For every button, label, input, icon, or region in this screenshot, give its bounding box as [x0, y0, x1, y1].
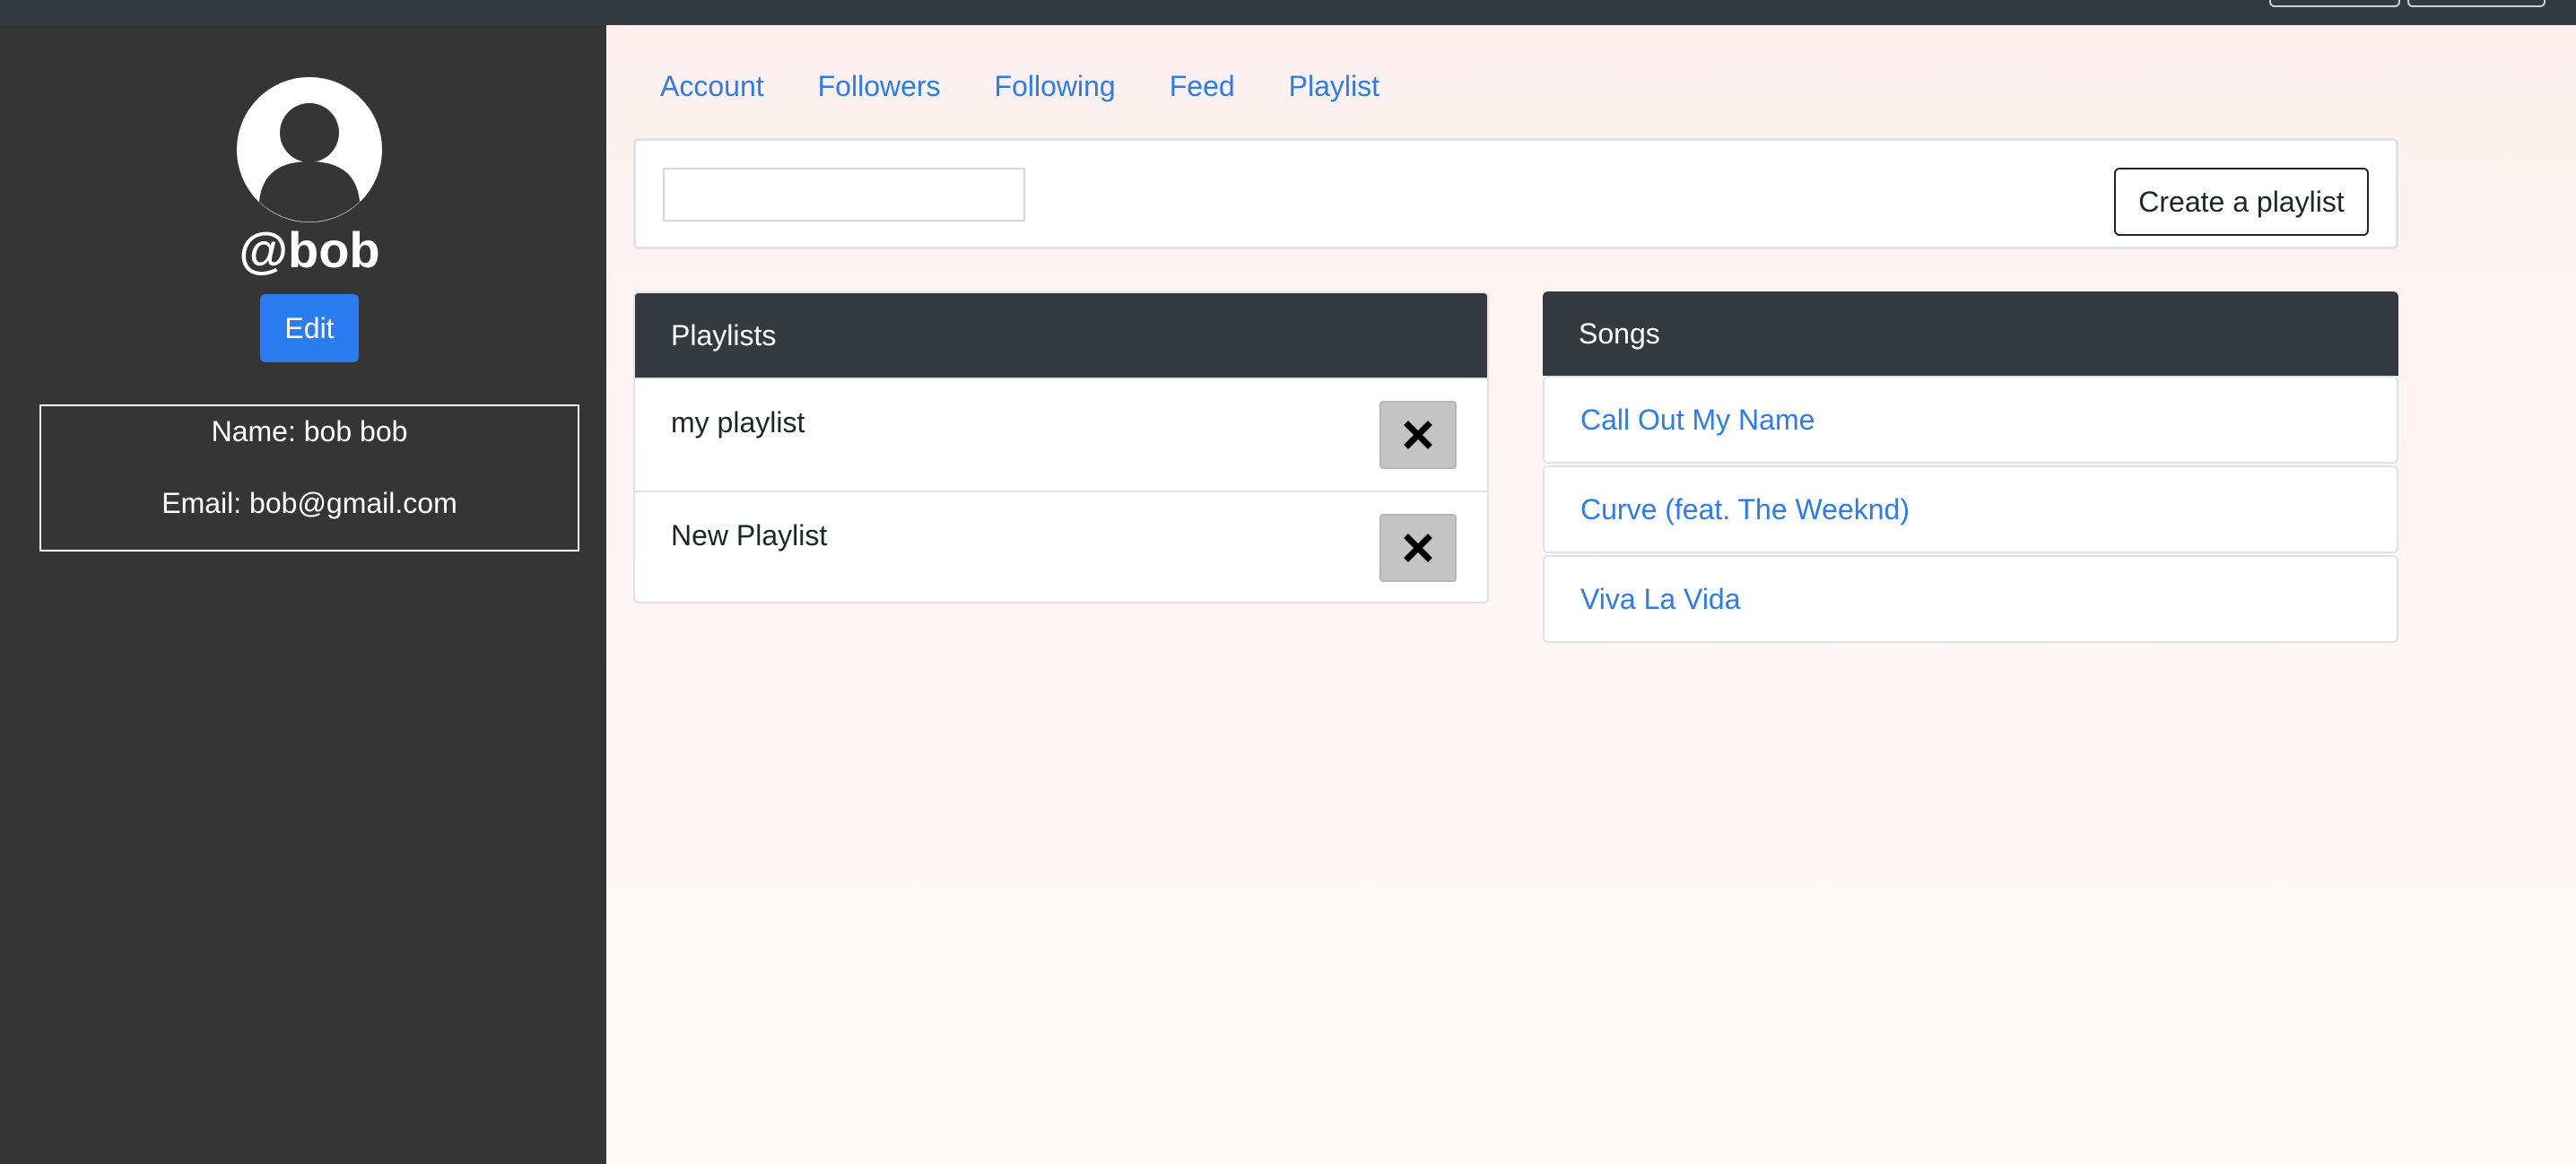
song-item[interactable]: Viva La Vida: [1543, 555, 2398, 643]
remove-playlist-button[interactable]: [1379, 514, 1457, 582]
user-avatar-icon: [237, 77, 382, 222]
create-playlist-button[interactable]: Create a playlist: [2114, 168, 2369, 236]
edit-profile-button[interactable]: Edit: [260, 294, 359, 362]
close-x-icon: [1404, 421, 1432, 449]
profile-email: Email: bob@gmail.com: [161, 487, 457, 519]
remove-playlist-button[interactable]: [1379, 401, 1457, 469]
profile-nav: Account Followers Following Feed Playlis…: [660, 70, 1433, 115]
playlist-name-input[interactable]: [663, 168, 1025, 222]
tab-playlist[interactable]: Playlist: [1289, 70, 1379, 115]
profile-name: Name: bob bob: [211, 415, 408, 447]
songs-header: Songs: [1543, 291, 2398, 376]
top-button-right[interactable]: [2407, 0, 2546, 7]
song-item[interactable]: Call Out My Name: [1543, 376, 2398, 464]
tab-account[interactable]: Account: [660, 70, 764, 115]
playlists-header: Playlists: [635, 293, 1487, 378]
profile-sidebar: @bob Edit Name: bob bob Email: bob@gmail…: [0, 25, 606, 1164]
playlist-item[interactable]: my playlist: [635, 378, 1487, 491]
song-item[interactable]: Curve (feat. The Weeknd): [1543, 465, 2398, 553]
close-x-icon: [1404, 534, 1432, 562]
playlist-item[interactable]: New Playlist: [635, 491, 1487, 602]
playlists-card: Playlists my playlist New Playlist: [633, 291, 1489, 604]
top-button-left[interactable]: [2269, 0, 2400, 7]
playlist-toolbar: Create a playlist: [633, 138, 2398, 249]
top-bar: [0, 0, 2576, 25]
playlist-name[interactable]: my playlist: [671, 406, 805, 439]
main-content: Account Followers Following Feed Playlis…: [606, 25, 2576, 1164]
tab-following[interactable]: Following: [995, 70, 1116, 115]
playlist-name[interactable]: New Playlist: [671, 519, 827, 552]
username: @bob: [239, 222, 380, 278]
songs-card: Songs: [1543, 291, 2398, 376]
tab-followers[interactable]: Followers: [818, 70, 941, 115]
tab-feed[interactable]: Feed: [1170, 70, 1235, 115]
profile-info-box: Name: bob bob Email: bob@gmail.com: [39, 404, 579, 552]
